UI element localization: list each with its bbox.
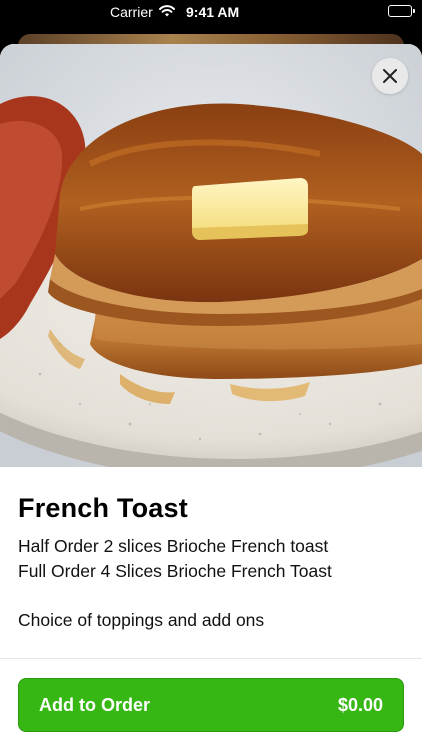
add-to-order-button[interactable]: Add to Order $0.00 xyxy=(18,678,404,732)
close-icon xyxy=(383,69,397,83)
add-to-order-price: $0.00 xyxy=(337,694,383,715)
description-line: Half Order 2 slices Brioche French toast xyxy=(18,536,329,556)
close-button[interactable] xyxy=(372,58,408,94)
french-toast-image xyxy=(0,44,422,467)
carrier-label: Carrier xyxy=(110,4,153,20)
item-details: French Toast Half Order 2 slices Brioche… xyxy=(0,467,422,633)
status-bar: Carrier 9:41 AM xyxy=(0,0,422,24)
item-title: French Toast xyxy=(18,493,188,523)
description-line: Choice of toppings and add ons xyxy=(18,610,265,630)
description-line: Full Order 4 Slices Brioche French Toast xyxy=(18,561,332,581)
wifi-icon xyxy=(158,4,176,21)
item-description: Half Order 2 slices Brioche French toast… xyxy=(18,534,404,633)
footer-divider xyxy=(0,658,422,659)
battery-icon xyxy=(388,5,415,17)
add-to-order-label: Add to Order xyxy=(39,694,150,715)
description-spacer xyxy=(18,584,404,608)
food-photo xyxy=(0,44,422,467)
clock: 9:41 AM xyxy=(186,4,240,20)
item-detail-sheet: French Toast Half Order 2 slices Brioche… xyxy=(0,44,422,750)
